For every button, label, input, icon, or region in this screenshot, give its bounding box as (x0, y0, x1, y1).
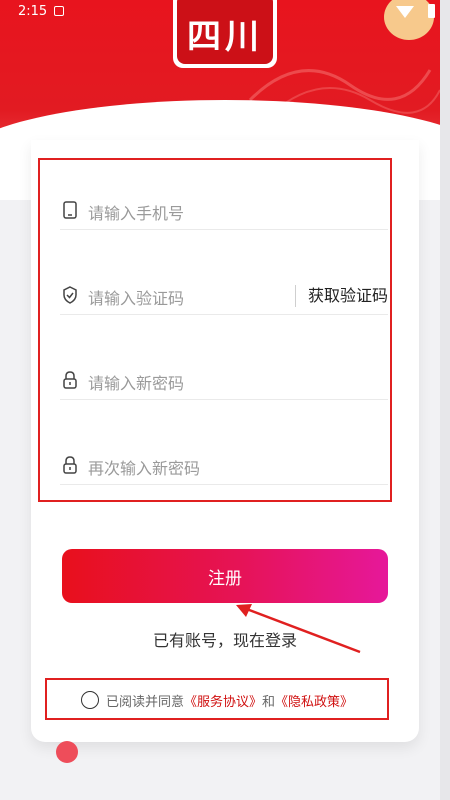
agreement-radio[interactable] (81, 691, 99, 709)
code-field[interactable]: 请输入验证码 获取验证码 (60, 275, 388, 315)
agreement-prefix: 已阅读并同意 (106, 695, 185, 710)
register-button[interactable]: 注册 (62, 549, 388, 603)
confirm-password-field[interactable]: 再次输入新密码 (60, 445, 388, 485)
lock-icon (63, 456, 77, 474)
get-code-button[interactable]: 获取验证码 (294, 285, 388, 307)
shield-check-icon (63, 286, 77, 304)
service-agreement-link[interactable]: 《服务协议》 (184, 695, 262, 710)
agreement-text: 已阅读并同意《服务协议》和《隐私政策》 (106, 691, 353, 710)
wifi-icon (396, 6, 414, 18)
battery-icon (428, 4, 435, 18)
privacy-policy-link[interactable]: 《隐私政策》 (275, 695, 353, 710)
logo-text: 四川 (177, 0, 273, 64)
screen-edge (440, 0, 450, 800)
notification-icon (54, 6, 64, 16)
phone-input[interactable]: 请输入手机号 (88, 200, 184, 224)
phone-icon (63, 201, 77, 219)
agreement-and: 和 (262, 695, 276, 710)
new-password-input[interactable]: 请输入新密码 (88, 370, 184, 394)
app-logo: 四川 (173, 0, 277, 68)
confirm-password-input[interactable]: 再次输入新密码 (88, 455, 200, 479)
login-link[interactable]: 已有账号，现在登录 (0, 627, 450, 651)
new-password-field[interactable]: 请输入新密码 (60, 360, 388, 400)
status-time: 2:15 (18, 4, 48, 19)
decorative-dot (56, 741, 78, 763)
code-input[interactable]: 请输入验证码 (88, 285, 184, 309)
lock-icon (63, 371, 77, 389)
phone-field[interactable]: 请输入手机号 (60, 190, 388, 230)
